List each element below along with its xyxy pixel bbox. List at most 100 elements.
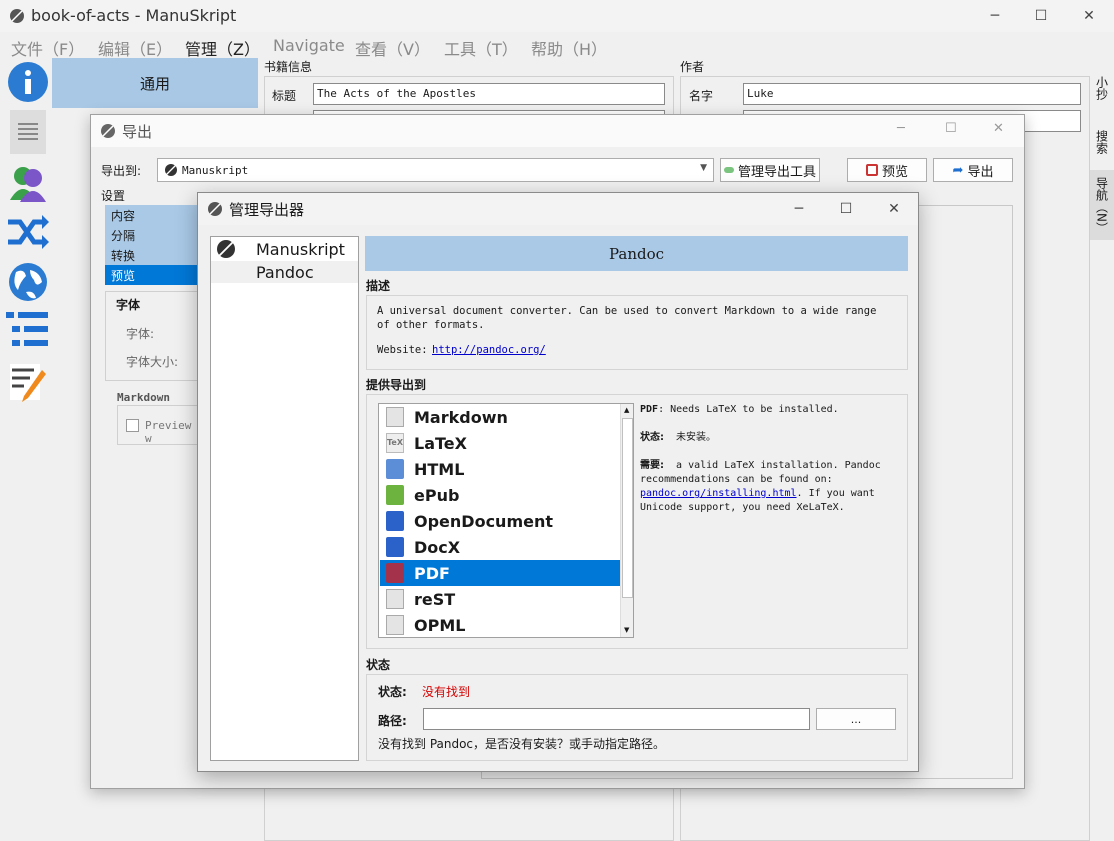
arrow-right-icon: ➦ — [952, 162, 964, 178]
characters-icon[interactable] — [6, 160, 50, 204]
maximize-icon: ☐ — [1034, 8, 1048, 24]
main-title-bar: book-of-acts - ManuSkript ─ ☐ ✕ — [0, 0, 1114, 32]
browse-button[interactable]: ... — [816, 708, 896, 730]
tab-general[interactable]: 通用 — [52, 58, 258, 108]
manager-minimize-button[interactable]: ─ — [776, 193, 822, 225]
manuskript-icon — [217, 240, 235, 258]
format-item-latex[interactable]: TeX LaTeX — [380, 430, 620, 456]
close-button[interactable]: ✕ — [1066, 0, 1112, 32]
preview-checkbox-label: Preview w — [145, 419, 192, 445]
website-link[interactable]: http://pandoc.org/ — [432, 344, 546, 356]
export-close-icon[interactable]: ✕ — [993, 121, 1004, 136]
book-info-header: 书籍信息 — [264, 60, 313, 74]
menu-view[interactable]: 查看（V） — [355, 36, 430, 60]
menu-edit[interactable]: 编辑（E） — [98, 36, 172, 60]
format-list: Markdown TeX LaTeX HTML ePub OpenDocument… — [378, 403, 634, 638]
preview-label: 预览 — [881, 164, 908, 180]
path-input[interactable] — [423, 708, 810, 730]
author-name-input[interactable]: Luke — [743, 83, 1081, 105]
menu-manage[interactable]: 管理（Z） — [185, 36, 260, 60]
manager-maximize-button[interactable]: ☐ — [823, 193, 869, 225]
title-input[interactable]: The Acts of the Apostles — [313, 83, 665, 105]
format-item-rest[interactable]: reST — [380, 586, 620, 612]
install-link[interactable]: pandoc.org/installing.html — [640, 488, 797, 499]
formats-panel: Markdown TeX LaTeX HTML ePub OpenDocument… — [366, 394, 908, 649]
website-label: Website: — [377, 344, 428, 356]
editor-icon[interactable] — [6, 360, 50, 404]
exporter-item-pandoc[interactable]: Pandoc — [211, 261, 358, 283]
tab-navigation[interactable]: 导航（N） — [1090, 170, 1114, 240]
format-item-docx[interactable]: DocX — [380, 534, 620, 560]
info-status-label: 状态: — [640, 432, 664, 443]
description-panel: A universal document converter. Can be u… — [366, 295, 908, 370]
info-needs-label: 需要: — [640, 460, 664, 471]
font-size-label: 字体大小: — [126, 355, 179, 369]
menu-help[interactable]: 帮助（H） — [531, 36, 607, 60]
manager-title-bar: 管理导出器 ─ ☐ ✕ — [198, 193, 918, 225]
format-item-opendocument[interactable]: OpenDocument — [380, 508, 620, 534]
menu-tools[interactable]: 工具（T） — [444, 36, 518, 60]
manage-exporters-button[interactable]: 管理导出工具 — [720, 158, 820, 182]
minimize-button[interactable]: ─ — [972, 0, 1018, 32]
manager-close-button[interactable]: ✕ — [871, 193, 917, 225]
menu-navigate[interactable]: Navigate — [273, 36, 345, 55]
summary-icon[interactable] — [6, 110, 50, 154]
preview-checkbox[interactable] — [126, 419, 139, 432]
format-info: PDF: Needs LaTeX to be installed. 状态: 未安… — [640, 403, 900, 515]
description-label: 描述 — [366, 279, 391, 293]
export-to-label: 导出到: — [101, 164, 142, 178]
font-label: 字体: — [126, 327, 155, 341]
path-label: 路径: — [378, 714, 407, 728]
tab-search[interactable]: 搜索 — [1090, 122, 1114, 162]
preview-button[interactable]: 预览 — [847, 158, 927, 182]
close-icon: ✕ — [888, 201, 900, 217]
settings-list: 内容 分隔 转换 预览 — [105, 205, 199, 285]
settings-item-content[interactable]: 内容 — [105, 205, 199, 225]
status-value: 没有找到 — [422, 685, 471, 699]
markdown-group: Preview w — [117, 405, 199, 445]
info-needs-text: a valid LaTeX installation. Pandoc recom… — [640, 460, 881, 485]
format-item-opml[interactable]: OPML — [380, 612, 620, 637]
export-logo-icon — [101, 124, 115, 138]
world-icon[interactable] — [6, 260, 50, 304]
export-minimize-icon[interactable]: ─ — [897, 121, 905, 136]
menu-file[interactable]: 文件（F） — [11, 36, 84, 60]
scrollbar-thumb[interactable] — [622, 418, 633, 598]
outline-icon[interactable] — [6, 310, 50, 354]
tab-cheatsheet[interactable]: 小抄 — [1090, 68, 1114, 108]
scroll-up-icon[interactable]: ▲ — [624, 406, 629, 414]
plots-icon[interactable] — [6, 210, 50, 254]
minimize-icon: ─ — [990, 8, 1000, 24]
export-button[interactable]: ➦ 导出 — [933, 158, 1013, 182]
exporter-label: Pandoc — [256, 263, 314, 282]
app-logo-icon — [10, 9, 24, 23]
settings-item-transform[interactable]: 转换 — [105, 245, 199, 265]
exporter-list: Manuskript Pandoc — [210, 236, 359, 761]
maximize-button[interactable]: ☐ — [1018, 0, 1064, 32]
author-header: 作者 — [680, 60, 705, 74]
globe-document-icon — [386, 459, 404, 479]
info-format-text: : Needs LaTeX to be installed. — [658, 404, 839, 415]
text-document-icon — [386, 589, 404, 609]
export-maximize-icon[interactable]: ☐ — [945, 121, 957, 136]
status-label: 状态: — [378, 685, 407, 699]
manager-logo-icon — [208, 202, 222, 216]
format-list-scrollbar[interactable]: ▲ ▼ — [620, 404, 633, 637]
scroll-down-icon[interactable]: ▼ — [624, 626, 629, 634]
document-icon — [386, 407, 404, 427]
format-item-pdf[interactable]: PDF — [380, 560, 620, 586]
font-group: 字体 字体: 字体大小: — [105, 291, 199, 381]
export-title-bar: 导出 ─ ☐ ✕ — [91, 115, 1024, 147]
exporter-item-manuskript[interactable]: Manuskript — [211, 237, 358, 261]
format-item-html[interactable]: HTML — [380, 456, 620, 482]
settings-item-preview[interactable]: 预览 — [105, 265, 199, 285]
format-item-epub[interactable]: ePub — [380, 482, 620, 508]
settings-item-separator[interactable]: 分隔 — [105, 225, 199, 245]
provides-label: 提供导出到 — [366, 378, 427, 392]
docx-icon — [386, 537, 404, 557]
info-icon[interactable] — [6, 60, 50, 104]
format-item-markdown[interactable]: Markdown — [380, 404, 620, 430]
export-to-select[interactable]: Manuskript ▼ — [157, 158, 714, 182]
window-title: book-of-acts - ManuSkript — [31, 6, 237, 25]
settings-label: 设置 — [101, 189, 126, 203]
